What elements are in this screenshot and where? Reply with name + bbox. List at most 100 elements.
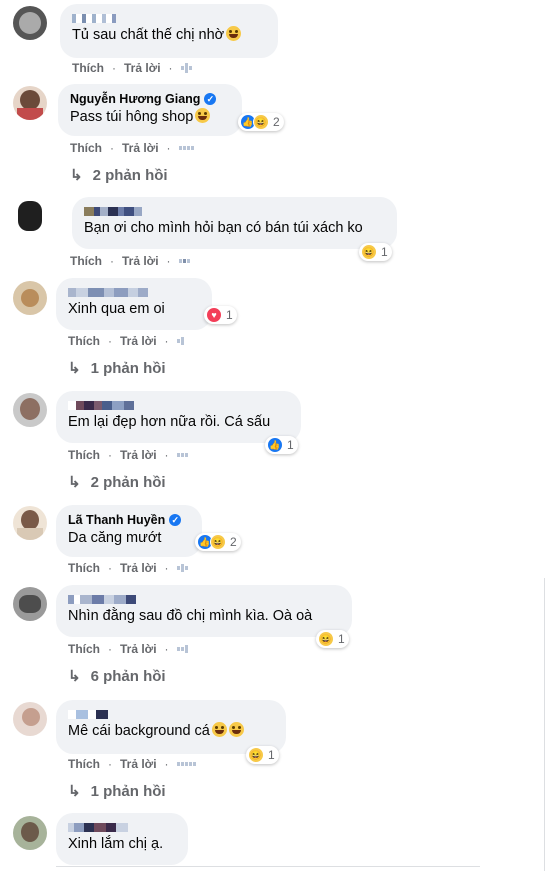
comment-text: Bạn ơi cho mình hỏi bạn có bán túi xách … (84, 220, 363, 236)
comment-text: Pass túi hông shop (70, 109, 194, 125)
reply-arrow-icon: ↳ (68, 783, 81, 800)
comment-actions: Thích · Trả lời · (70, 254, 190, 268)
author-name-obscured[interactable] (68, 285, 200, 299)
replies-count: 2 phản hồi (90, 473, 166, 491)
reaction-summary[interactable]: 😆 1 (359, 243, 392, 261)
timestamp-obscured[interactable] (176, 762, 196, 766)
reply-button[interactable]: Trả lời (120, 334, 157, 348)
reaction-summary[interactable]: 👍 1 (265, 436, 298, 454)
reaction-summary[interactable]: 👍 😆 2 (195, 533, 241, 551)
author-name-obscured[interactable] (68, 820, 176, 834)
like-button[interactable]: Thích (68, 448, 100, 462)
haha-reaction-icon: 😆 (361, 244, 377, 260)
like-button[interactable]: Thích (68, 757, 100, 771)
comment-text: Xinh lắm chị ạ. (68, 836, 164, 852)
comment-text: Xinh qua em oi (68, 301, 165, 317)
reply-button[interactable]: Trả lời (122, 141, 159, 155)
timestamp-obscured[interactable] (176, 564, 188, 572)
reaction-summary[interactable]: 😆 1 (246, 746, 279, 764)
comment-actions: Thích · Trả lời · (68, 642, 188, 656)
divider (56, 866, 480, 867)
reaction-count: 1 (338, 632, 345, 646)
view-replies-link[interactable]: ↳ 6 phản hồi (68, 667, 166, 686)
author-name[interactable]: Nguyễn Hương Giang (70, 92, 200, 106)
avatar[interactable] (13, 6, 47, 40)
timestamp-obscured[interactable] (180, 63, 192, 73)
replies-count: 6 phản hồi (90, 667, 166, 685)
like-button[interactable]: Thích (70, 141, 102, 155)
comment-actions: Thích · Trả lời · (72, 61, 192, 75)
haha-reaction-icon: 😆 (318, 631, 334, 647)
reaction-count: 2 (230, 535, 237, 549)
view-replies-link[interactable]: ↳ 1 phản hồi (68, 359, 166, 378)
comment-text: Tủ sau chất thế chị nhờ (72, 27, 225, 43)
comment-text: Em lại đẹp hơn nữa rồi. Cá sấu (68, 414, 271, 430)
author-name-obscured[interactable] (68, 592, 340, 606)
reply-arrow-icon: ↳ (68, 360, 81, 377)
like-button[interactable]: Thích (72, 61, 104, 75)
reaction-count: 1 (226, 308, 233, 322)
reaction-count: 1 (287, 438, 294, 452)
like-button[interactable]: Thích (68, 334, 100, 348)
reaction-count: 1 (268, 748, 275, 762)
replies-count: 2 phản hồi (92, 166, 168, 184)
author-name[interactable]: Lã Thanh Huyền (68, 513, 165, 527)
reaction-summary[interactable]: ♥ 1 (204, 306, 237, 324)
view-replies-link[interactable]: ↳ 1 phản hồi (68, 782, 166, 801)
haha-reaction-icon: 😆 (210, 534, 226, 550)
reaction-count: 2 (273, 115, 280, 129)
comment-text: Mê cái background cá (68, 723, 210, 739)
replies-count: 1 phản hồi (90, 359, 166, 377)
avatar[interactable] (13, 86, 47, 120)
reply-arrow-icon: ↳ (68, 668, 81, 685)
comment-actions: Thích · Trả lời · (70, 141, 194, 155)
comment-actions: Thích · Trả lời · (68, 757, 196, 771)
haha-reaction-icon: 😆 (253, 114, 269, 130)
reply-button[interactable]: Trả lời (120, 561, 157, 575)
author-name-obscured[interactable] (68, 398, 289, 412)
author-name-obscured[interactable] (84, 204, 385, 218)
like-button[interactable]: Thích (70, 254, 102, 268)
timestamp-obscured[interactable] (176, 453, 188, 457)
comment-bubble: Em lại đẹp hơn nữa rồi. Cá sấu (56, 391, 301, 443)
reply-button[interactable]: Trả lời (120, 448, 157, 462)
love-reaction-icon: ♥ (206, 307, 222, 323)
timestamp-obscured[interactable] (178, 146, 194, 150)
comment-bubble: Lã Thanh Huyền ✓ Da căng mướt (56, 505, 202, 557)
timestamp-obscured[interactable] (176, 337, 184, 345)
view-replies-link[interactable]: ↳ 2 phản hồi (70, 166, 168, 185)
haha-face-icon (228, 722, 244, 737)
verified-badge-icon: ✓ (204, 93, 217, 105)
avatar[interactable] (13, 702, 47, 736)
haha-reaction-icon: 😆 (248, 747, 264, 763)
reply-button[interactable]: Trả lời (120, 757, 157, 771)
haha-face-icon (226, 26, 242, 41)
reaction-summary[interactable]: 😆 1 (316, 630, 349, 648)
avatar[interactable] (13, 199, 47, 233)
reply-button[interactable]: Trả lời (124, 61, 161, 75)
reply-arrow-icon: ↳ (68, 474, 81, 491)
comment-actions: Thích · Trả lời · (68, 561, 188, 575)
avatar[interactable] (13, 587, 47, 621)
view-replies-link[interactable]: ↳ 2 phản hồi (68, 473, 166, 492)
replies-count: 1 phản hồi (90, 782, 166, 800)
like-button[interactable]: Thích (68, 642, 100, 656)
comment-bubble: Xinh lắm chị ạ. (56, 813, 188, 865)
haha-face-icon (211, 722, 227, 737)
reaction-summary[interactable]: 👍 😆 2 (238, 113, 284, 131)
avatar[interactable] (13, 393, 47, 427)
reply-button[interactable]: Trả lời (122, 254, 159, 268)
author-name-obscured[interactable] (68, 707, 274, 721)
comment-text: Nhìn đằng sau đồ chị mình kìa. Oà oà (68, 608, 313, 624)
comment-text: Da căng mướt (68, 530, 162, 546)
timestamp-obscured[interactable] (178, 259, 190, 263)
avatar[interactable] (13, 506, 47, 540)
comment-bubble: Nhìn đằng sau đồ chị mình kìa. Oà oà (56, 585, 352, 637)
avatar[interactable] (13, 281, 47, 315)
avatar[interactable] (13, 816, 47, 850)
author-name-obscured[interactable] (72, 11, 266, 25)
timestamp-obscured[interactable] (176, 645, 188, 653)
reply-button[interactable]: Trả lời (120, 642, 157, 656)
comment-bubble: Bạn ơi cho mình hỏi bạn có bán túi xách … (72, 197, 397, 249)
like-button[interactable]: Thích (68, 561, 100, 575)
